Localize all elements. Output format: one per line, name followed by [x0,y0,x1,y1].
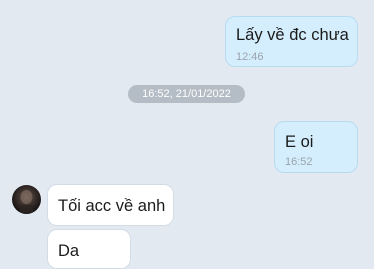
message-text: Lấy về đc chưa [236,26,349,44]
message-text: Da [58,242,80,260]
date-separator: 16:52, 21/01/2022 [128,85,245,103]
avatar[interactable] [12,185,41,214]
message-bubble-outgoing[interactable]: E oi 16:52 [274,121,358,173]
message-bubble-incoming[interactable]: Tối acc về anh [47,184,174,226]
message-timestamp: 16:52 [285,156,313,168]
message-timestamp: 12:46 [236,51,264,63]
avatar-image [20,190,33,214]
message-bubble-outgoing[interactable]: Lấy về đc chưa 12:46 [225,16,358,67]
message-text: Tối acc về anh [58,197,166,215]
message-text: E oi [285,133,314,151]
message-bubble-incoming[interactable]: Da [47,229,131,269]
